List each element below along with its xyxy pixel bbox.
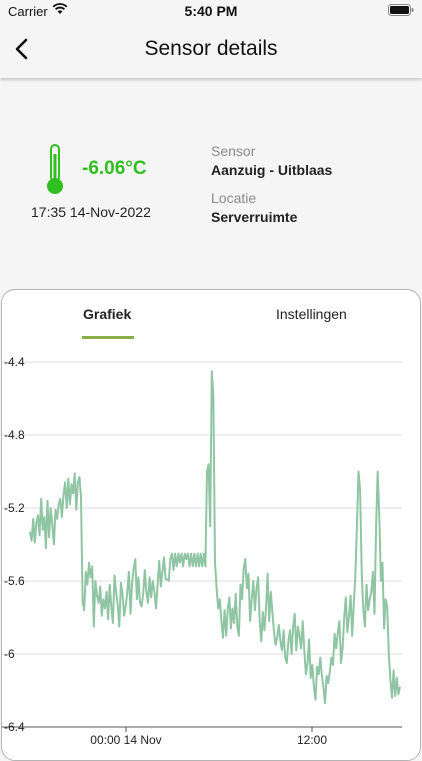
sensor-label: Sensor bbox=[211, 143, 256, 159]
status-bar: Carrier 5:40 PM bbox=[0, 0, 422, 22]
y-tick-label: -6 bbox=[4, 647, 15, 661]
navigation-bar: Sensor details bbox=[0, 22, 422, 78]
location-label: Locatie bbox=[211, 190, 257, 206]
temperature-line-chart: -4.4 -4.8 -5.2 -5.6 -6 -6.4 00:00 14 Nov 12:00 bbox=[2, 355, 402, 747]
y-tick-label: -6.4 bbox=[4, 720, 25, 734]
series-line bbox=[29, 370, 401, 705]
reading-timestamp: 17:35 14-Nov-2022 bbox=[31, 204, 151, 220]
x-tick-label: 00:00 14 Nov bbox=[90, 733, 161, 747]
y-tick-label: -5.2 bbox=[4, 501, 25, 515]
y-tick-label: -5.6 bbox=[4, 574, 25, 588]
chevron-left-icon bbox=[15, 38, 28, 60]
page-title: Sensor details bbox=[144, 37, 278, 60]
thermometer-icon bbox=[47, 144, 63, 194]
location-value: Serverruimte bbox=[211, 209, 298, 225]
y-tick-label: -4.8 bbox=[4, 428, 25, 442]
sensor-value: Aanzuig - Uitblaas bbox=[211, 162, 333, 178]
back-button[interactable] bbox=[10, 34, 36, 64]
status-time: 5:40 PM bbox=[184, 3, 238, 19]
y-tick-label: -4.4 bbox=[4, 355, 25, 369]
temperature-value: -6.06°C bbox=[82, 158, 147, 179]
chart-card: Grafiek Instellingen -4.4 -4.8 -5.2 -5.6 -6-… bbox=[1, 289, 421, 761]
battery-icon bbox=[388, 4, 414, 16]
x-tick-label: 12:00 bbox=[297, 733, 327, 747]
